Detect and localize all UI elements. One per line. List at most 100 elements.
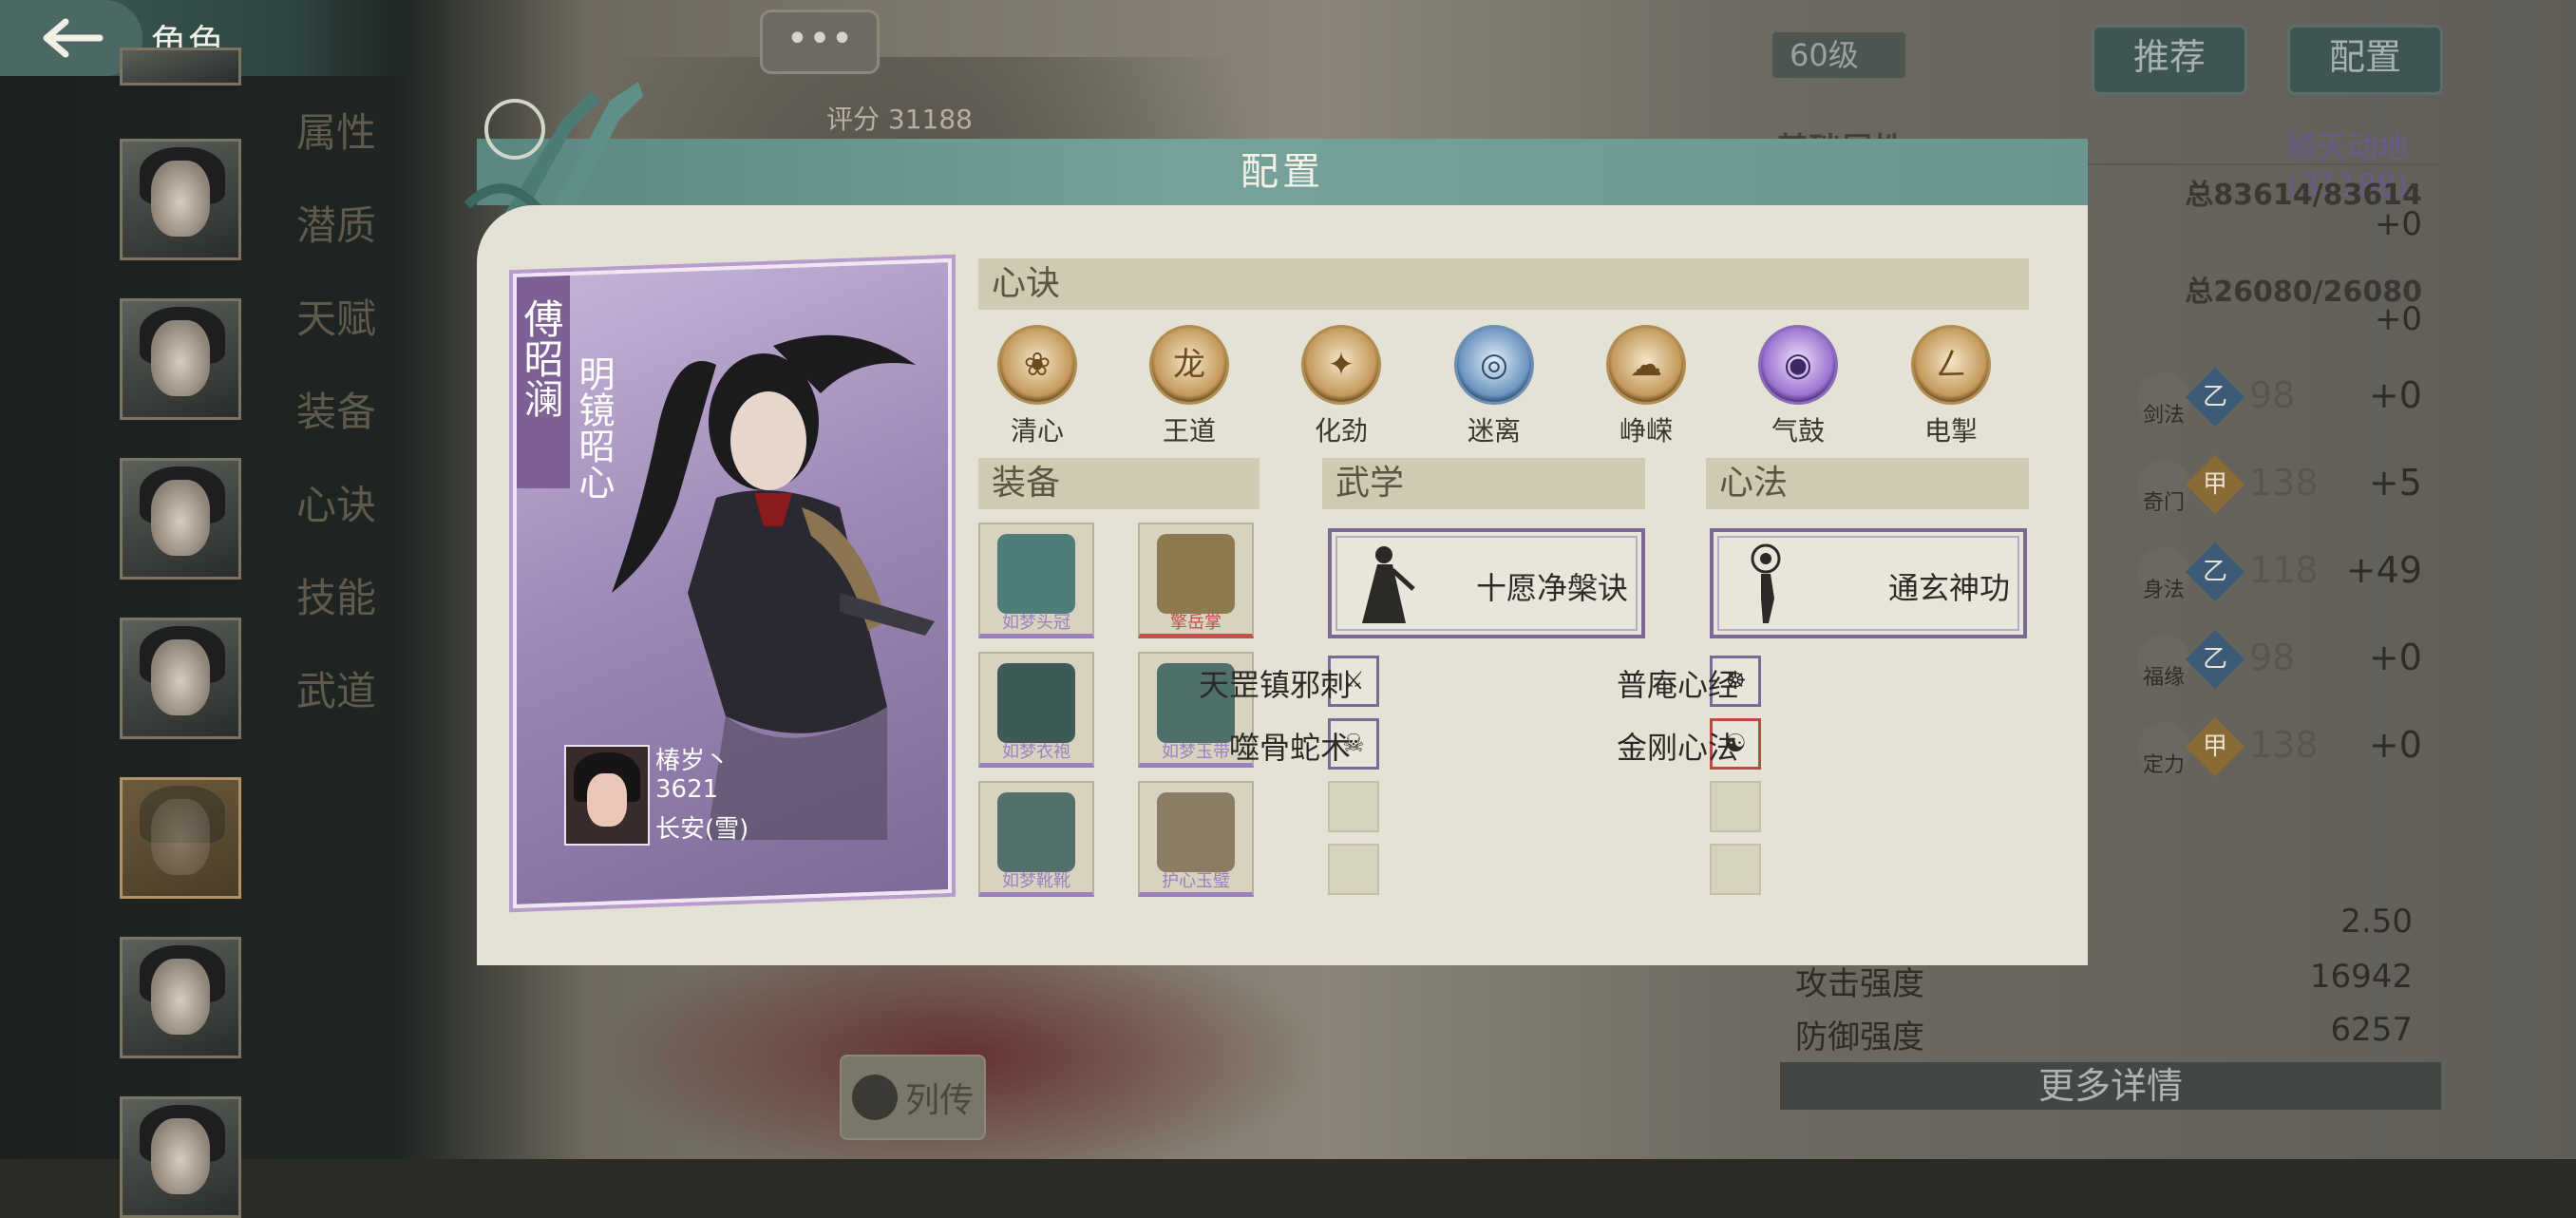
back-arrow-icon bbox=[43, 18, 104, 58]
attr-bonus: +0 bbox=[2368, 637, 2422, 678]
character-portrait[interactable] bbox=[120, 937, 241, 1058]
skill-name: 普庵心经 bbox=[1616, 667, 1738, 703]
equip-slot-robe[interactable]: 如梦衣袍 bbox=[978, 652, 1094, 768]
stat-value: 2.50 bbox=[2340, 903, 2413, 941]
skill-name: 天罡镇邪刺 bbox=[1198, 667, 1351, 703]
grade-badge: 甲 bbox=[2185, 454, 2245, 515]
empty-skill-slot[interactable] bbox=[1328, 844, 1379, 895]
attr-bonus: +0 bbox=[2368, 724, 2422, 766]
mp-bonus: +0 bbox=[2374, 300, 2422, 338]
equip-slot-boots[interactable]: 如梦靴靴 bbox=[978, 781, 1094, 897]
attr-row: 剑法 乙 98 +0 bbox=[2137, 367, 2441, 433]
empty-skill-slot[interactable] bbox=[1328, 781, 1379, 832]
stat-value: 6257 bbox=[2330, 1011, 2413, 1049]
attr-row: 身法 乙 118 +49 bbox=[2137, 542, 2441, 608]
hp-bonus: +0 bbox=[2374, 205, 2422, 243]
character-portrait-selected[interactable] bbox=[120, 777, 241, 899]
skill-name: 噬骨蛇术 bbox=[1228, 730, 1351, 766]
lotus-icon: ❀ bbox=[997, 325, 1077, 405]
gauntlet-icon bbox=[1157, 534, 1235, 614]
empty-skill-slot[interactable] bbox=[1710, 844, 1761, 895]
section-header-xinjue: 心诀 bbox=[978, 258, 2029, 310]
xinjue-label: 气鼓 bbox=[1771, 415, 1825, 447]
biography-icon bbox=[851, 1075, 898, 1120]
equip-slot-weapon[interactable]: 擎岳掌 bbox=[1138, 523, 1254, 638]
xinjue-label: 峥嵘 bbox=[1619, 415, 1673, 447]
xinjue-item[interactable]: ✦ 化劲 bbox=[1284, 325, 1398, 448]
config-button[interactable]: 配置 bbox=[2287, 25, 2443, 95]
xinjue-label: 化劲 bbox=[1314, 415, 1368, 447]
tab-martial-path[interactable]: 武道 bbox=[296, 659, 376, 717]
biography-label: 列传 bbox=[904, 1081, 974, 1120]
lightning-icon: ㄥ bbox=[1911, 325, 1991, 405]
attr-value: 138 bbox=[2249, 724, 2319, 766]
equip-slot-amulet[interactable]: 护心玉璧 bbox=[1138, 781, 1254, 897]
xinjue-item[interactable]: ◎ 迷离 bbox=[1437, 325, 1551, 448]
xinjue-label: 清心 bbox=[1010, 415, 1064, 447]
character-portrait[interactable] bbox=[120, 48, 241, 86]
character-portrait[interactable] bbox=[120, 618, 241, 739]
tab-attributes[interactable]: 属性 bbox=[296, 101, 376, 159]
tab-skills[interactable]: 技能 bbox=[296, 566, 376, 624]
agility-icon: 身法 bbox=[2137, 547, 2190, 602]
score-label: 评分 31188 bbox=[826, 104, 973, 135]
more-details-button[interactable]: 更多详情 bbox=[1780, 1062, 2441, 1110]
attr-value: 118 bbox=[2249, 549, 2319, 591]
attr-value: 98 bbox=[2249, 374, 2296, 416]
tab-talent[interactable]: 天赋 bbox=[296, 287, 376, 345]
martial-skill-main[interactable]: 十愿净槃诀 bbox=[1328, 528, 1645, 638]
config-modal: 配置 傅昭澜 明镜昭心 椿岁丶 3621 长安(雪) 心诀 ❀ 清心 龙 王道 … bbox=[464, 82, 2088, 965]
xinjue-label: 迷离 bbox=[1467, 415, 1521, 447]
boots-icon bbox=[997, 792, 1075, 872]
equip-label: 如梦靴靴 bbox=[1002, 871, 1070, 891]
attr-row: 福缘 乙 98 +0 bbox=[2137, 629, 2441, 695]
character-portrait[interactable] bbox=[120, 139, 241, 260]
biography-button[interactable]: 列传 bbox=[840, 1055, 986, 1140]
character-title: 明镜昭心 bbox=[573, 355, 615, 500]
xinjue-item[interactable]: ☁ 峥嵘 bbox=[1589, 325, 1703, 448]
skill-name: 十愿净槃诀 bbox=[1475, 570, 1628, 606]
section-header-wuxue: 武学 bbox=[1322, 458, 1645, 509]
warrior-figure-icon bbox=[1362, 546, 1415, 623]
character-card: 傅昭澜 明镜昭心 椿岁丶 3621 长安(雪) bbox=[513, 257, 952, 909]
tab-equipment[interactable]: 装备 bbox=[296, 380, 376, 438]
xinjue-label: 王道 bbox=[1162, 415, 1216, 447]
mist-icon: ◎ bbox=[1454, 325, 1534, 405]
attr-value: 138 bbox=[2249, 462, 2319, 504]
character-portrait[interactable] bbox=[120, 458, 241, 580]
focus-icon: 定力 bbox=[2137, 722, 2190, 777]
player-avatar bbox=[564, 745, 650, 846]
character-portrait[interactable] bbox=[120, 1096, 241, 1218]
xinjue-item[interactable]: ◉ 气鼓 bbox=[1741, 325, 1855, 448]
modal-title: 配置 bbox=[1241, 150, 1324, 194]
xinjue-item[interactable]: ㄥ 电掣 bbox=[1894, 325, 2008, 448]
grade-badge: 乙 bbox=[2185, 629, 2245, 690]
empty-skill-slot[interactable] bbox=[1710, 781, 1761, 832]
vortex-icon: ◉ bbox=[1758, 325, 1838, 405]
character-portrait[interactable] bbox=[120, 298, 241, 420]
section-header-equipment: 装备 bbox=[978, 458, 1260, 509]
attr-bonus: +49 bbox=[2345, 549, 2422, 591]
sword-icon: 剑法 bbox=[2137, 372, 2190, 428]
level-badge: 60级 bbox=[1772, 32, 1905, 78]
xinjue-label: 电掣 bbox=[1923, 415, 1978, 447]
xinjue-item[interactable]: ❀ 清心 bbox=[980, 325, 1094, 448]
recommend-button[interactable]: 推荐 bbox=[2092, 25, 2247, 95]
xinjue-item[interactable]: 龙 王道 bbox=[1132, 325, 1246, 448]
cloud-icon: ☁ bbox=[1606, 325, 1686, 405]
attr-bonus: +5 bbox=[2368, 462, 2422, 504]
inner-art-main[interactable]: 通玄神功 bbox=[1710, 528, 2027, 638]
fortune-icon: 福缘 bbox=[2137, 635, 2190, 690]
meditating-figure-icon bbox=[1751, 543, 1781, 623]
grade-badge: 甲 bbox=[2185, 716, 2245, 777]
equip-label: 如梦衣袍 bbox=[1002, 742, 1070, 762]
tab-xinjue[interactable]: 心诀 bbox=[296, 473, 376, 531]
more-options-button[interactable]: ••• bbox=[760, 10, 880, 74]
stat-label: 防御强度 bbox=[1795, 1018, 1924, 1056]
attr-bonus: +0 bbox=[2368, 374, 2422, 416]
equip-label: 如梦头冠 bbox=[1002, 613, 1070, 633]
equip-slot-helmet[interactable]: 如梦头冠 bbox=[978, 523, 1094, 638]
amulet-icon bbox=[1157, 792, 1235, 872]
equip-label: 护心玉璧 bbox=[1162, 871, 1230, 891]
tab-potential[interactable]: 潜质 bbox=[296, 194, 376, 252]
